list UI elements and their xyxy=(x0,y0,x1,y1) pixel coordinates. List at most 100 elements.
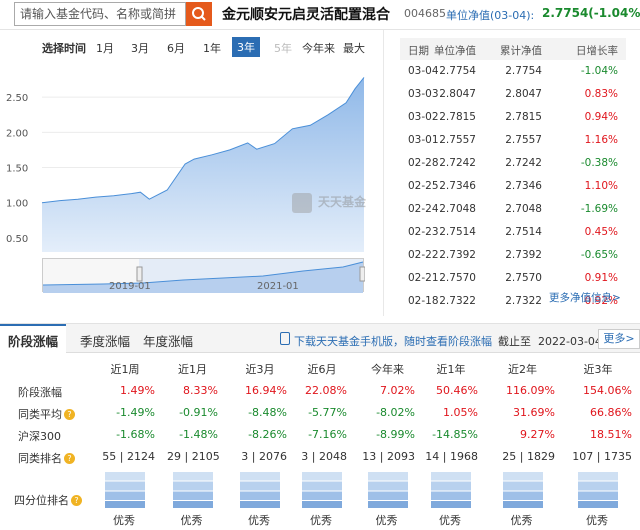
help-icon[interactable]: ? xyxy=(71,495,82,506)
cell-acc: 2.8047 xyxy=(505,88,542,100)
performance-cell: 3 | 2048 xyxy=(301,450,347,463)
cell-acc: 2.7514 xyxy=(505,226,542,238)
svg-text:天天基金: 天天基金 xyxy=(318,194,367,209)
performance-row: 同类排名? 55 | 2124 29 | 2105 3 | 2076 3 | 2048 1… xyxy=(0,446,640,468)
performance-cell: -0.91% xyxy=(179,406,218,419)
cell-pct: 0.83% xyxy=(584,88,618,100)
navigator-mini-chart: 2019-01 2021-01 xyxy=(42,259,366,293)
more-button[interactable]: 更多> xyxy=(598,329,640,349)
performance-cell: 107 | 1735 xyxy=(572,450,632,463)
quartile-value: 优秀 xyxy=(510,514,533,527)
performance-cell: -5.77% xyxy=(308,406,347,419)
performance-cell: 1.05% xyxy=(443,406,478,419)
nav-label: 单位净值(03-04): xyxy=(446,9,535,22)
quartile-value: 优秀 xyxy=(310,514,332,527)
performance-cell: -8.99% xyxy=(376,428,415,441)
cell-nav: 2.7322 xyxy=(439,295,476,307)
fund-name: 金元顺安元启灵活配置混合 xyxy=(222,7,390,23)
cell-acc: 2.7754 xyxy=(505,65,542,77)
cell-nav: 2.7514 xyxy=(439,226,476,238)
period-header: 近2年 xyxy=(508,363,537,376)
performance-cell: 66.86% xyxy=(590,406,632,419)
nav-value: 2.7754(-1.04%) xyxy=(542,6,640,20)
help-icon[interactable]: ? xyxy=(64,409,75,420)
header-bar: 请输入基金代码、名称或简拼 金元顺安元启灵活配置混合 004685 单位净值(0… xyxy=(0,0,640,30)
period-header: 近3月 xyxy=(245,363,275,376)
help-icon[interactable]: ? xyxy=(64,453,75,464)
cell-nav: 2.7346 xyxy=(439,180,476,192)
row-label: 沪深300 xyxy=(18,430,61,443)
cell-pct: -0.65% xyxy=(580,249,618,261)
table-row: 02-25 2.7346 2.7346 1.10% xyxy=(400,175,626,198)
search-input[interactable]: 请输入基金代码、名称或简拼 xyxy=(14,2,186,26)
table-row: 03-04 2.7754 2.7754 -1.04% xyxy=(400,60,626,83)
row-label: 阶段涨幅 xyxy=(18,386,62,399)
cell-date: 02-28 xyxy=(408,157,439,169)
svg-text:2021-01: 2021-01 xyxy=(257,281,299,292)
nav-area-fill xyxy=(42,77,364,253)
performance-row: 阶段涨幅 1.49% 8.33% 16.94% 22.08% 7.02% 50.46% 116… xyxy=(0,380,640,402)
quartile-value: 优秀 xyxy=(375,514,398,527)
quartile-value: 优秀 xyxy=(439,514,461,527)
y-tick-label: 2.50 xyxy=(6,93,28,104)
performance-tabs: 阶段涨幅 季度涨幅 年度涨幅 下载天天基金手机版，随时查看阶段涨幅 截止至 20… xyxy=(0,323,640,354)
nav-chart-panel: 选择时间 1月 3月 6月 1年 3年 5年 今年来 最大 天天基金 2.50 … xyxy=(0,30,384,316)
tab-quarterly-returns[interactable]: 季度涨幅 xyxy=(80,331,130,350)
table-row: 02-21 2.7570 2.7570 0.91% xyxy=(400,267,626,290)
cell-acc: 2.7242 xyxy=(505,157,542,169)
y-tick-label: 1.00 xyxy=(6,199,28,210)
cell-pct: -0.38% xyxy=(580,157,618,169)
tab-stage-returns[interactable]: 阶段涨幅 xyxy=(0,324,66,354)
performance-cell: -1.49% xyxy=(116,406,155,419)
quartile-value: 优秀 xyxy=(248,514,270,527)
performance-cell: 8.33% xyxy=(183,384,218,397)
performance-cell: 14 | 1968 xyxy=(425,450,478,463)
quartile-value: 优秀 xyxy=(586,514,608,527)
cell-nav: 2.7570 xyxy=(439,272,476,284)
cell-date: 02-18 xyxy=(408,295,439,307)
quartile-bar xyxy=(431,472,471,508)
y-tick-label: 2.00 xyxy=(6,128,28,139)
fund-page: 请输入基金代码、名称或简拼 金元顺安元启灵活配置混合 004685 单位净值(0… xyxy=(0,0,640,530)
period-header: 近1年 xyxy=(436,363,466,376)
cell-pct: 1.16% xyxy=(584,134,618,146)
cell-date: 03-03 xyxy=(408,88,439,100)
cell-date: 02-24 xyxy=(408,203,439,215)
cell-nav: 2.8047 xyxy=(439,88,476,100)
performance-cell: 18.51% xyxy=(590,428,632,441)
cell-nav: 2.7557 xyxy=(439,134,476,146)
phone-icon xyxy=(280,332,290,345)
performance-cell: 13 | 2093 xyxy=(362,450,415,463)
performance-cell: 3 | 2076 xyxy=(241,450,287,463)
tab-annual-returns[interactable]: 年度涨幅 xyxy=(143,331,193,350)
nav-history-table: 日期 单位净值 累计净值 日增长率 03-04 2.7754 2.7754 -1.04… xyxy=(400,38,626,313)
period-header: 今年来 xyxy=(371,363,404,376)
performance-cell: -8.02% xyxy=(376,406,415,419)
navigator-left-handle[interactable] xyxy=(136,266,143,282)
download-app-link[interactable]: 下载天天基金手机版，随时查看阶段涨幅 xyxy=(294,333,492,349)
performance-cell: -8.26% xyxy=(248,428,287,441)
performance-cell: 29 | 2105 xyxy=(167,450,220,463)
table-row: 03-02 2.7815 2.7815 0.94% xyxy=(400,106,626,129)
period-header-row: 近1周 近1月 近3月 近6月 今年来 近1年 近2年 近3年 xyxy=(0,356,640,380)
row-label: 同类排名? xyxy=(18,450,75,466)
col-date: 日期 xyxy=(408,45,429,57)
table-row: 02-24 2.7048 2.7048 -1.69% xyxy=(400,198,626,221)
cell-acc: 2.7570 xyxy=(505,272,542,284)
range-navigator[interactable]: 2019-01 2021-01 xyxy=(42,258,366,293)
cell-pct: 0.94% xyxy=(584,111,618,123)
search-button[interactable] xyxy=(186,2,212,26)
performance-cell: -1.48% xyxy=(179,428,218,441)
quartile-bar xyxy=(578,472,618,508)
cell-date: 03-02 xyxy=(408,111,439,123)
quartile-value: 优秀 xyxy=(113,514,135,527)
cell-acc: 2.7346 xyxy=(505,180,542,192)
y-tick-label: 0.50 xyxy=(6,234,28,245)
table-header: 日期 单位净值 累计净值 日增长率 xyxy=(400,38,626,60)
cell-date: 02-25 xyxy=(408,180,439,192)
quartile-rank-label: 四分位排名? xyxy=(14,492,82,508)
cell-nav: 2.7392 xyxy=(439,249,476,261)
navigator-right-handle[interactable] xyxy=(359,266,366,282)
cell-pct: 0.45% xyxy=(584,226,618,238)
more-nav-link[interactable]: 更多净值信息> xyxy=(549,290,621,305)
